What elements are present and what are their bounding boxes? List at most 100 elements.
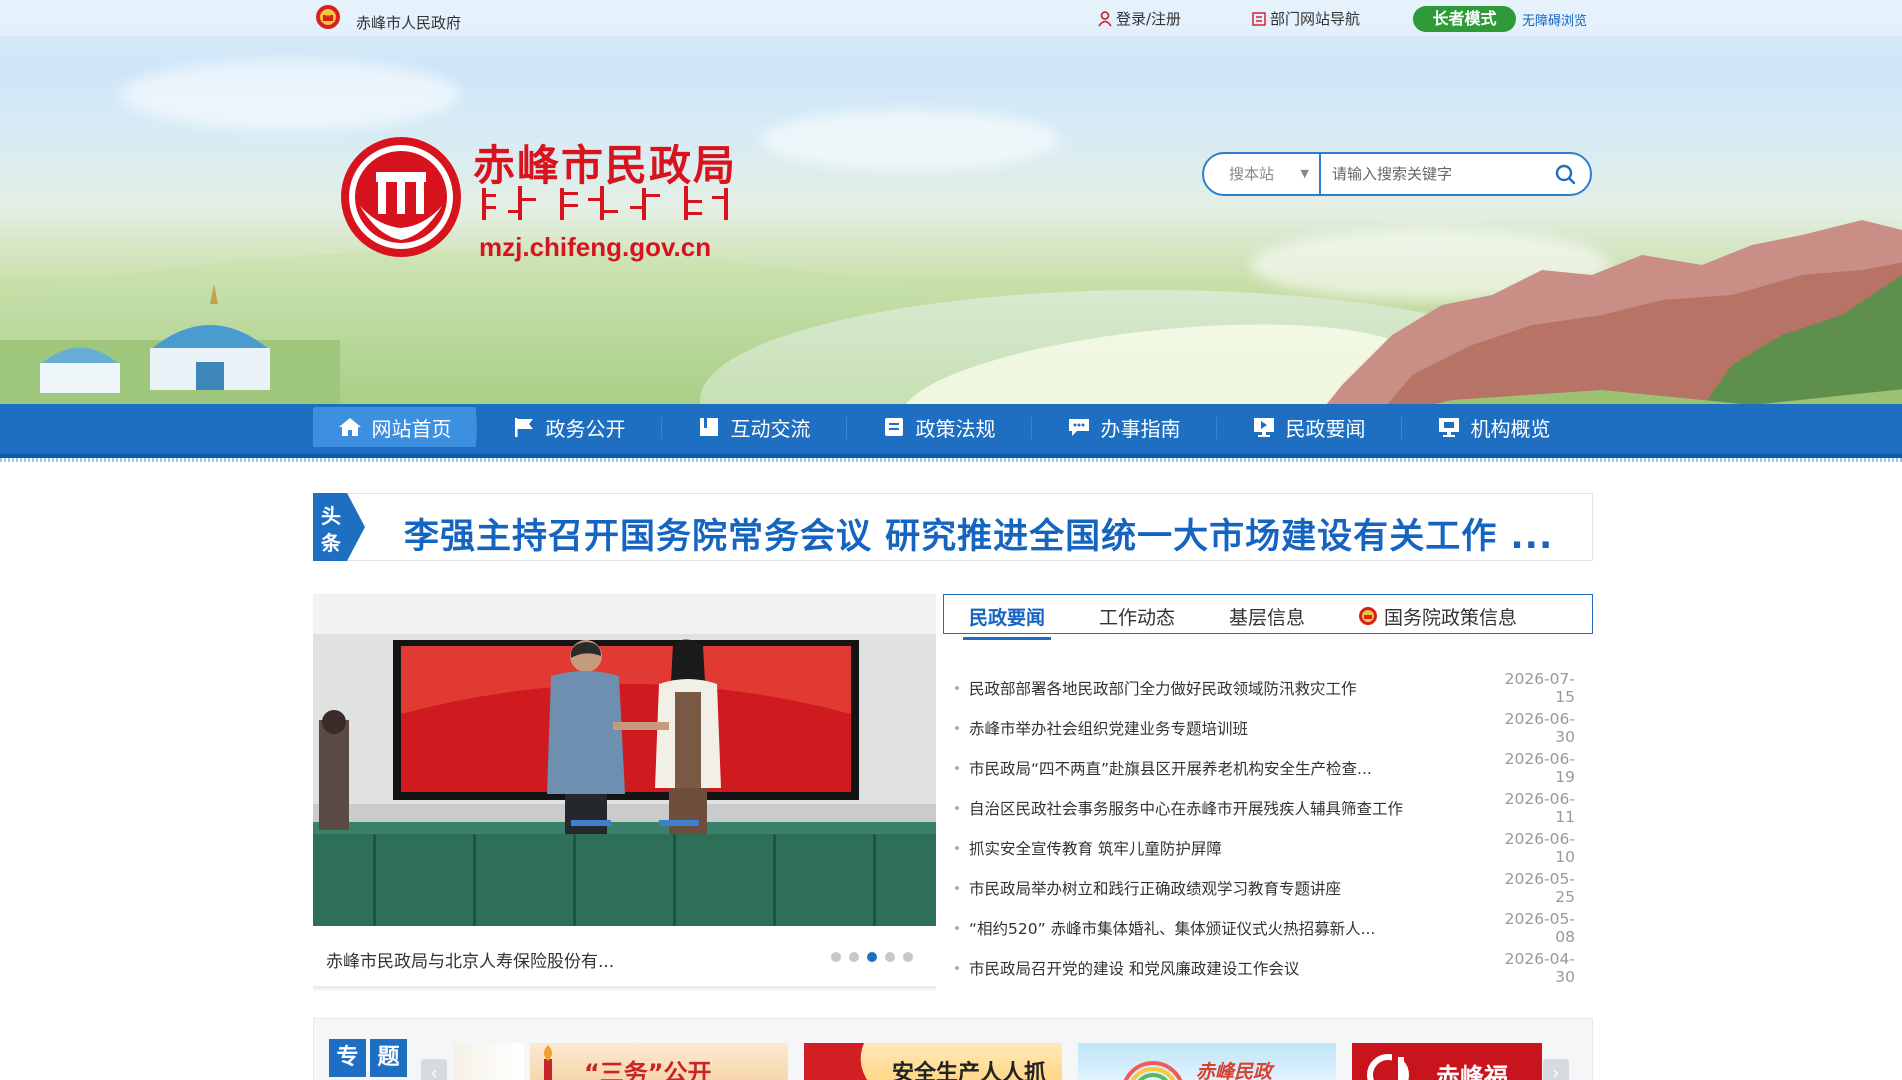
carousel-pagination (831, 952, 913, 962)
brand-mark-icon (1367, 1053, 1409, 1080)
news-title: 民政部部署各地民政部门全力做好民政领域防汛救灾工作 (969, 680, 1357, 698)
photo-carousel: 赤峰市民政局与北京人寿保险股份有... (313, 594, 936, 989)
login-label: 登录/注册 (1116, 10, 1182, 28)
news-title: 赤峰市举办社会组织党建业务专题培训班 (969, 720, 1249, 738)
news-item[interactable]: 市民政局举办树立和践行正确政绩观学习教育专题讲座 2026-05-25 (955, 868, 1575, 908)
news-title: 抓实安全宣传教育 筑牢儿童防护屏障 (969, 840, 1222, 858)
headline-link[interactable]: 李强主持召开国务院常务会议 研究推进全国统一大市场建设有关工作 ... (404, 508, 1553, 559)
monitor-icon (1253, 418, 1274, 437)
carousel-shadow (313, 986, 936, 992)
news-item[interactable]: “相约520” 赤峰市集体婚礼、集体颁证仪式火热招募新人... 2026-05-0… (955, 908, 1575, 948)
search-scope-label: 搜本站 (1229, 165, 1275, 183)
news-title: 自治区民政社会事务服务中心在赤峰市开展残疾人辅具筛查工作 (969, 800, 1404, 818)
topic-card[interactable]: “三务”公开 (530, 1043, 788, 1080)
nav-item-label: 办事指南 (1100, 416, 1181, 441)
flag-icon (514, 418, 533, 437)
nav-item-policies[interactable]: 政策法规 (846, 407, 1031, 447)
nav-item-government-affairs[interactable]: 政务公开 (476, 407, 661, 447)
nav-item-label: 民政要闻 (1285, 416, 1366, 441)
news-item[interactable]: 市民政局“四不两直”赴旗县区开展养老机构安全生产检查... 2026-06-19 (955, 748, 1575, 788)
national-emblem-icon (316, 5, 340, 29)
nav-item-home[interactable]: 网站首页 (313, 407, 476, 447)
topic-card-label: 赤峰民政 (1196, 1061, 1273, 1080)
book-icon (699, 418, 718, 436)
top-bar (0, 0, 1902, 36)
topics-next-button[interactable]: › (1543, 1059, 1569, 1080)
news-date: 2026-06-11 (1504, 790, 1575, 826)
topics-prev-button[interactable]: ‹ (421, 1059, 447, 1080)
tab-civil-news[interactable]: 民政要闻 (962, 603, 1052, 640)
search-box: 搜本站 ▼ (1202, 152, 1592, 196)
nav-item-interaction[interactable]: 互动交流 (661, 407, 846, 447)
topics-badge-char: 专 (329, 1039, 366, 1077)
news-item[interactable]: 市民政局召开党的建设 和党风廉政建设工作会议 2026-04-30 (955, 948, 1575, 988)
cloud (760, 110, 1060, 170)
news-tabs: 民政要闻 工作动态 基层信息 国务院政策信息 (943, 594, 1593, 640)
news-item[interactable]: 抓实安全宣传教育 筑牢儿童防护屏障 2026-06-10 (955, 828, 1575, 868)
carousel-dot[interactable] (885, 952, 895, 962)
search-icon[interactable] (1554, 163, 1576, 185)
site-url: mzj.chifeng.gov.cn (479, 232, 712, 262)
yurt-illustration (0, 284, 340, 404)
news-list: 民政部部署各地民政部门全力做好民政领域防汛救灾工作 2026-07-15 赤峰市举… (955, 668, 1575, 988)
news-item[interactable]: 自治区民政社会事务服务中心在赤峰市开展残疾人辅具筛查工作 2026-06-11 (955, 788, 1575, 828)
nav-item-label: 机构概览 (1470, 416, 1551, 441)
news-item[interactable]: 赤峰市举办社会组织党建业务专题培训班 2026-06-30 (955, 708, 1575, 748)
department-nav-label: 部门网站导航 (1270, 10, 1361, 28)
login-link[interactable]: 登录/注册 (1098, 8, 1181, 29)
bureau-logo-icon (341, 137, 461, 257)
topic-card[interactable]: 赤峰民政 (1078, 1043, 1336, 1080)
elder-mode-button[interactable]: 长者模式 (1413, 6, 1516, 32)
news-date: 2026-06-19 (1504, 750, 1575, 786)
headline-tag-top: 头 (321, 504, 341, 528)
caret-down-icon: ▼ (1300, 167, 1309, 180)
department-nav-link[interactable]: 部门网站导航 (1252, 8, 1360, 29)
document-icon (884, 418, 903, 436)
header-banner (0, 0, 1902, 404)
search-input[interactable] (1332, 160, 1532, 188)
cloud (120, 60, 460, 130)
carousel-caption[interactable]: 赤峰市民政局与北京人寿保险股份有... (326, 947, 614, 972)
monitor-icon (1438, 418, 1459, 437)
user-icon (1098, 10, 1112, 26)
carousel-photo[interactable] (313, 594, 936, 926)
carousel-dot[interactable] (849, 952, 859, 962)
tab-grassroots-info[interactable]: 基层信息 (1229, 603, 1305, 630)
rainbow-icon (1123, 1061, 1183, 1080)
carousel-dot[interactable] (867, 952, 877, 962)
nav-item-service-guide[interactable]: 办事指南 (1031, 407, 1216, 447)
tab-state-council-policy[interactable]: 国务院政策信息 (1384, 603, 1517, 630)
main-navigation: 网站首页 政务公开 互动交流 政策法规 办事指南 民政要闻 机构概览 (0, 404, 1902, 462)
national-emblem-icon (1359, 607, 1377, 625)
headline-tag-bottom: 条 (321, 531, 341, 555)
home-icon (338, 418, 361, 436)
topic-card-partial[interactable] (454, 1043, 524, 1080)
chat-icon (1068, 419, 1089, 436)
topic-card-label: “三务”公开 (584, 1059, 712, 1080)
news-title: 市民政局“四不两直”赴旗县区开展养老机构安全生产检查... (969, 760, 1372, 778)
topic-card-label: 赤峰福 (1436, 1063, 1508, 1080)
news-item[interactable]: 民政部部署各地民政部门全力做好民政领域防汛救灾工作 2026-07-15 (955, 668, 1575, 708)
accessibility-link[interactable]: 无障碍浏览 (1522, 10, 1587, 29)
mongolian-script-logo (482, 186, 728, 220)
news-date: 2026-06-30 (1504, 710, 1575, 746)
mountain-illustration (1326, 220, 1902, 404)
government-link[interactable]: 赤峰市人民政府 (356, 12, 461, 33)
topic-card[interactable]: 安全生产人人抓 (804, 1043, 1062, 1080)
nav-item-organization[interactable]: 机构概览 (1401, 407, 1586, 447)
search-scope-select[interactable]: 搜本站 ▼ (1204, 154, 1321, 194)
news-title: 市民政局举办树立和践行正确政绩观学习教育专题讲座 (969, 880, 1342, 898)
carousel-dot[interactable] (903, 952, 913, 962)
torch-icon (544, 1045, 552, 1080)
news-date: 2026-04-30 (1504, 950, 1575, 986)
news-title: 市民政局召开党的建设 和党风廉政建设工作会议 (969, 960, 1300, 978)
nav-item-label: 政策法规 (915, 416, 996, 441)
nav-item-civil-news[interactable]: 民政要闻 (1216, 407, 1401, 447)
flag-graphic (804, 1043, 868, 1080)
tab-work-updates[interactable]: 工作动态 (1099, 603, 1175, 630)
news-date: 2026-05-25 (1504, 870, 1575, 906)
news-date: 2026-05-08 (1504, 910, 1575, 946)
carousel-dot[interactable] (831, 952, 841, 962)
news-date: 2026-07-15 (1504, 670, 1575, 706)
topic-card[interactable]: 赤峰福 (1352, 1043, 1542, 1080)
